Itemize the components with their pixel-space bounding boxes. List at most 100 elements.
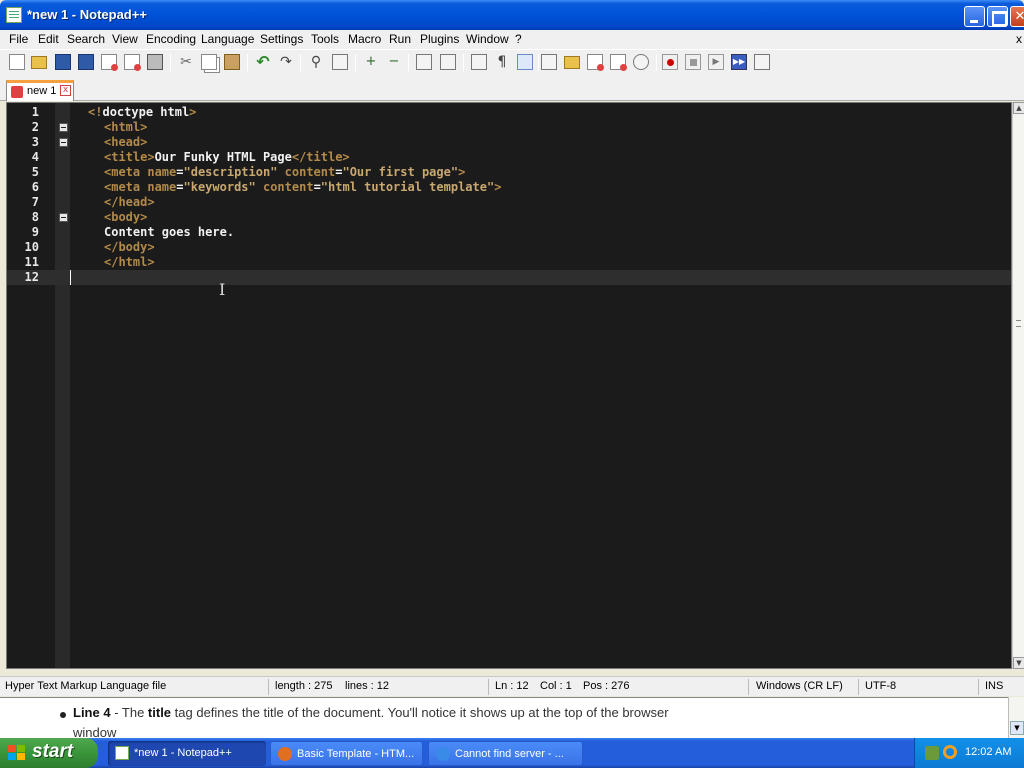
save-icon[interactable]: [55, 54, 71, 70]
maximize-button[interactable]: [987, 6, 1008, 27]
status-divider: [858, 679, 859, 695]
show-all-chars-icon[interactable]: ¶: [494, 54, 510, 70]
taskbar-button-notepadpp[interactable]: *new 1 - Notepad++: [108, 741, 266, 766]
function-list-icon[interactable]: [587, 54, 604, 71]
indent-guide-icon[interactable]: [517, 54, 533, 70]
fold-collapse-icon[interactable]: [59, 138, 68, 147]
play-macro-icon[interactable]: ▶: [708, 54, 724, 70]
network-icon[interactable]: [925, 746, 939, 760]
scroll-thumb-grip[interactable]: [1016, 320, 1021, 327]
menu-language[interactable]: Language: [201, 32, 254, 46]
undo-icon[interactable]: ↶: [255, 54, 271, 70]
menu-search[interactable]: Search: [67, 32, 105, 46]
document-close-icon[interactable]: x: [1016, 32, 1022, 46]
status-insert-mode[interactable]: INS: [985, 680, 1003, 692]
print-icon[interactable]: [147, 54, 163, 70]
tutorial-text-wrap: window: [73, 725, 117, 738]
save-all-icon[interactable]: [78, 54, 94, 70]
ie-icon: [436, 747, 450, 761]
close-file-icon[interactable]: [101, 54, 118, 71]
cut-icon[interactable]: ✂: [178, 54, 194, 70]
sync-vertical-icon[interactable]: [416, 54, 432, 70]
menu-help[interactable]: ?: [515, 32, 522, 46]
title-bar[interactable]: *new 1 - Notepad++ ✕: [0, 0, 1024, 30]
code-editor[interactable]: 1 <!doctype html> 2 <html> 3 <head> 4 <t…: [6, 102, 1012, 669]
status-divider: [748, 679, 749, 695]
scroll-up-icon[interactable]: ▲: [1013, 102, 1024, 114]
menu-bar: File Edit Search View Encoding Language …: [0, 30, 1024, 49]
toolbar-separator: [300, 54, 301, 71]
notepadpp-icon: [115, 746, 129, 760]
code-line: 10 </body>: [7, 240, 1011, 255]
word-wrap-icon[interactable]: [471, 54, 487, 70]
code-line: 11 </html>: [7, 255, 1011, 270]
code-text: </head>: [104, 195, 155, 209]
folder-workspace-icon[interactable]: [610, 54, 627, 71]
code-text: <title>Our Funky HTML Page</title>: [104, 150, 350, 164]
doc-map-icon[interactable]: [564, 56, 580, 69]
run-macro-multiple-icon[interactable]: ▶▶: [731, 54, 747, 70]
menu-run[interactable]: Run: [389, 32, 411, 46]
menu-plugins[interactable]: Plugins: [420, 32, 459, 46]
menu-view[interactable]: View: [112, 32, 138, 46]
tab-close-icon[interactable]: x: [60, 85, 71, 96]
status-bar: Hyper Text Markup Language file length :…: [0, 676, 1024, 696]
open-file-icon[interactable]: [31, 56, 47, 69]
browser-scrollbar[interactable]: ▼: [1008, 697, 1024, 738]
copy-icon[interactable]: [201, 54, 217, 70]
current-line: 12: [7, 270, 1011, 285]
menu-encoding[interactable]: Encoding: [146, 32, 196, 46]
code-line: 7 </head>: [7, 195, 1011, 210]
line-number: 10: [24, 240, 39, 254]
scroll-down-icon[interactable]: ▼: [1010, 721, 1024, 735]
window-title: *new 1 - Notepad++: [27, 7, 147, 22]
menu-tools[interactable]: Tools: [311, 32, 339, 46]
toolbar-separator: [656, 54, 657, 71]
stop-macro-icon[interactable]: [685, 54, 701, 70]
paste-icon[interactable]: [224, 54, 240, 70]
toolbar-separator: [538, 54, 539, 71]
fold-collapse-icon[interactable]: [59, 213, 68, 222]
sync-horizontal-icon[interactable]: [440, 54, 456, 70]
zoom-out-icon[interactable]: −: [386, 54, 402, 70]
taskbar-button-label: Basic Template - HTM...: [297, 748, 415, 760]
toolbar-separator: [247, 54, 248, 71]
menu-settings[interactable]: Settings: [260, 32, 303, 46]
menu-edit[interactable]: Edit: [38, 32, 59, 46]
code-line: 4 <title>Our Funky HTML Page</title>: [7, 150, 1011, 165]
notepadpp-icon[interactable]: [6, 7, 22, 23]
code-text: <meta name="description" content="Our fi…: [104, 165, 466, 179]
status-encoding[interactable]: UTF-8: [865, 680, 896, 692]
zoom-in-icon[interactable]: +: [363, 54, 379, 70]
close-all-icon[interactable]: [124, 54, 141, 71]
taskbar-button-ie[interactable]: Cannot find server - ...: [428, 741, 583, 766]
save-macro-icon[interactable]: [754, 54, 770, 70]
start-label: start: [32, 741, 74, 762]
find-icon[interactable]: ⚲: [308, 54, 324, 70]
tab-new-1[interactable]: new 1 x: [6, 80, 74, 101]
menu-macro[interactable]: Macro: [348, 32, 381, 46]
menu-file[interactable]: File: [9, 32, 28, 46]
menu-window[interactable]: Window: [466, 32, 509, 46]
taskbar-button-firefox[interactable]: Basic Template - HTM...: [270, 741, 423, 766]
replace-icon[interactable]: [332, 54, 348, 70]
text-caret: [70, 270, 71, 285]
new-file-icon[interactable]: [9, 54, 25, 70]
close-button[interactable]: ✕: [1010, 6, 1024, 27]
status-eol[interactable]: Windows (CR LF): [756, 680, 843, 692]
bullet-icon: [60, 712, 66, 718]
record-macro-icon[interactable]: [662, 54, 678, 70]
toolbar-separator: [408, 54, 409, 71]
redo-icon[interactable]: ↷: [278, 54, 294, 70]
fold-collapse-icon[interactable]: [59, 123, 68, 132]
user-language-icon[interactable]: [541, 54, 557, 70]
search-tray-icon[interactable]: [943, 745, 957, 759]
clock[interactable]: 12:02 AM: [965, 746, 1011, 758]
monitoring-icon[interactable]: [633, 54, 649, 70]
line-number: 1: [31, 105, 39, 119]
scroll-down-icon[interactable]: ▼: [1013, 657, 1024, 669]
line-number: 11: [24, 255, 39, 269]
vertical-scrollbar[interactable]: ▲ ▼: [1012, 102, 1024, 669]
start-button[interactable]: start: [0, 738, 98, 768]
minimize-button[interactable]: [964, 6, 985, 27]
